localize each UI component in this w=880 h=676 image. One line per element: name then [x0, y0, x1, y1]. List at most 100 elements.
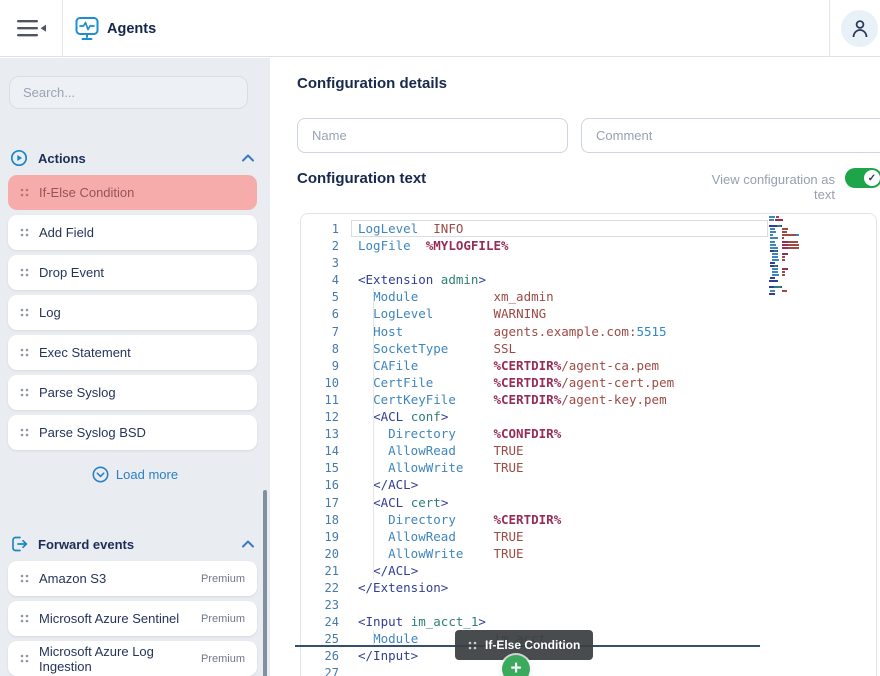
sidebar-item-microsoft-azure-sentinel[interactable]: Microsoft Azure SentinelPremium [8, 601, 257, 636]
collapse-menu-icon[interactable] [17, 19, 46, 38]
sidebar-item-parse-syslog-bsd[interactable]: Parse Syslog BSD [8, 415, 257, 450]
line-number: 10 [301, 375, 339, 392]
indent-guide [373, 391, 374, 408]
code-line[interactable]: 10 CertFile %CERTDIR%/agent-cert.pem [301, 374, 876, 391]
code-line[interactable]: 8 SocketType SSL [301, 340, 876, 357]
drag-handle-icon [468, 641, 477, 650]
code-line[interactable]: 19 AllowRead TRUE [301, 528, 876, 545]
item-label: Amazon S3 [39, 571, 106, 586]
chevron-up-icon[interactable] [242, 154, 254, 162]
indent-guide [373, 425, 374, 442]
code-line[interactable]: 22</Extension> [301, 579, 876, 596]
code-line[interactable]: 23 [301, 596, 876, 613]
name-field[interactable] [297, 118, 568, 153]
code-line[interactable]: 14 AllowRead TRUE [301, 442, 876, 459]
sidebar-item-add-field[interactable]: Add Field [8, 215, 257, 250]
indent-guide [373, 528, 374, 545]
sidebar-item-drop-event[interactable]: Drop Event [8, 255, 257, 290]
user-icon [851, 19, 869, 38]
configuration-details-heading: Configuration details [297, 75, 447, 92]
code-line[interactable]: 7 Host agents.example.com:5515 [301, 323, 876, 340]
sidebar-scrollbar[interactable] [263, 490, 267, 676]
indent-guide [373, 494, 374, 511]
line-number: 2 [301, 238, 339, 255]
line-number: 18 [301, 512, 339, 529]
forward-events-section-header[interactable]: Forward events [0, 534, 270, 554]
indent-guide [373, 357, 374, 374]
premium-badge: Premium [201, 573, 245, 585]
agents-app-icon [75, 16, 99, 42]
drag-handle-icon [20, 388, 29, 397]
code-line[interactable]: 12 <ACL conf> [301, 408, 876, 425]
item-label: Log [39, 305, 61, 320]
line-number: 17 [301, 495, 339, 512]
code-line[interactable]: 21 </ACL> [301, 562, 876, 579]
chevron-down-circle-icon [92, 466, 109, 483]
code-line[interactable]: 20 AllowWrite TRUE [301, 545, 876, 562]
actions-section-header[interactable]: Actions [0, 148, 270, 168]
indent-guide [373, 288, 374, 305]
header-divider [62, 0, 63, 57]
item-label: Add Field [39, 225, 94, 240]
search-input[interactable] [9, 76, 248, 109]
indent-guide [373, 305, 374, 322]
line-number: 7 [301, 324, 339, 341]
top-header: Agents [0, 0, 880, 57]
chevron-up-icon[interactable] [242, 540, 254, 548]
sidebar-item-parse-syslog[interactable]: Parse Syslog [8, 375, 257, 410]
drag-handle-icon [20, 574, 29, 583]
code-line[interactable]: 9 CAFile %CERTDIR%/agent-ca.pem [301, 357, 876, 374]
line-number: 3 [301, 255, 339, 272]
drag-handle-icon [20, 308, 29, 317]
indent-guide [373, 511, 374, 528]
line-number: 20 [301, 546, 339, 563]
line-number: 4 [301, 272, 339, 289]
code-line[interactable]: 6 LogLevel WARNING [301, 305, 876, 322]
sidebar-item-microsoft-azure-log-ingestion[interactable]: Microsoft Azure Log IngestionPremium [8, 641, 257, 676]
forward-events-section-label: Forward events [38, 537, 134, 552]
indent-guide [373, 374, 374, 391]
drag-handle-icon [20, 614, 29, 623]
line-number: 22 [301, 580, 339, 597]
play-circle-icon [10, 149, 28, 167]
sidebar-item-log[interactable]: Log [8, 295, 257, 330]
code-line[interactable]: 17 <ACL cert> [301, 494, 876, 511]
line-number: 15 [301, 460, 339, 477]
line-number: 21 [301, 563, 339, 580]
code-line[interactable]: 15 AllowWrite TRUE [301, 459, 876, 476]
sidebar-item-amazon-s3[interactable]: Amazon S3 Premium [8, 561, 257, 596]
code-line[interactable]: 18 Directory %CERTDIR% [301, 511, 876, 528]
drag-ghost-label: If-Else Condition [485, 638, 580, 652]
toggle-check-icon: ✓ [864, 170, 880, 186]
line-number: 5 [301, 289, 339, 306]
view-as-text-toggle[interactable]: ✓ [845, 168, 880, 188]
comment-field[interactable] [581, 118, 880, 153]
drag-handle-icon [20, 268, 29, 277]
code-line[interactable]: 16 </ACL> [301, 476, 876, 493]
sidebar-item-if-else-condition[interactable]: If-Else Condition [8, 175, 257, 210]
code-line[interactable]: 27 [301, 664, 876, 676]
sidebar-item-exec-statement[interactable]: Exec Statement [8, 335, 257, 370]
line-number: 14 [301, 443, 339, 460]
user-menu-button[interactable] [841, 10, 878, 47]
indent-guide [373, 459, 374, 476]
item-label: Parse Syslog [39, 385, 116, 400]
forward-events-icon [10, 535, 28, 553]
drag-handle-icon [20, 348, 29, 357]
line-number: 16 [301, 477, 339, 494]
item-label: Exec Statement [39, 345, 131, 360]
drop-add-icon: + [502, 655, 530, 676]
line-number: 9 [301, 358, 339, 375]
actions-section-label: Actions [38, 151, 86, 166]
code-line[interactable]: 13 Directory %CONFDIR% [301, 425, 876, 442]
premium-badge: Premium [201, 653, 245, 665]
code-line[interactable]: 24<Input im_acct_1> [301, 613, 876, 630]
code-line[interactable]: 11 CertKeyFile %CERTDIR%/agent-key.pem [301, 391, 876, 408]
indent-guide [373, 442, 374, 459]
load-more-button[interactable]: Load more [0, 464, 270, 485]
drag-handle-icon [20, 428, 29, 437]
line-number: 12 [301, 409, 339, 426]
editor-minimap[interactable] [769, 216, 801, 299]
line-number: 19 [301, 529, 339, 546]
configuration-code-editor[interactable]: 1LogLevel INFO2LogFile %MYLOGFILE%34<Ext… [300, 213, 877, 676]
